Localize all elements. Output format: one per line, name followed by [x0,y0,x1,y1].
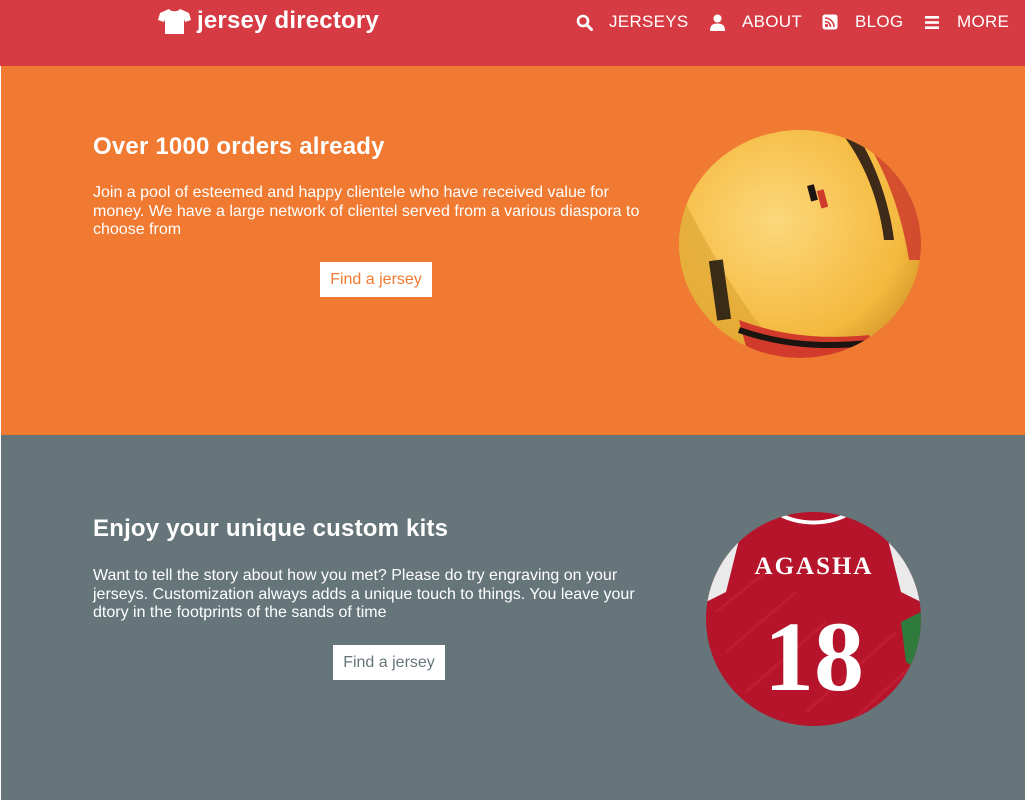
nav-label-more: MORE [957,12,1010,31]
menu-icon [925,15,939,29]
find-jersey-button[interactable]: Find a jersey [320,262,432,297]
jersey-name-text: AGASHA [755,553,874,580]
orders-description: Join a pool of esteemed and happy client… [93,184,640,238]
custom-kits-section: Enjoy your unique custom kits Want to te… [1,435,1025,800]
yellow-jersey-image [679,130,921,358]
rss-icon [822,14,838,29]
yellow-jersey-photo [679,130,921,358]
top-navbar: jersey directory JERSEYS ABOUT BLOG MORE [0,0,1025,66]
red-jersey-image: AGASHA 18 [706,512,921,726]
main-nav: JERSEYS ABOUT BLOG MORE [0,10,1025,34]
nav-item-blog[interactable]: BLOG [822,10,903,34]
nav-item-more[interactable]: MORE [924,10,1009,34]
custom-kits-heading: Enjoy your unique custom kits [93,515,449,542]
orders-section: Over 1000 orders already Join a pool of … [1,66,1025,435]
nav-label-jerseys: JERSEYS [609,12,689,31]
red-jersey-photo: AGASHA 18 [706,512,921,726]
jersey-number-text: 18 [764,601,864,712]
search-icon [576,14,593,31]
find-jersey-button-custom[interactable]: Find a jersey [333,645,445,680]
nav-label-about: ABOUT [742,12,803,31]
user-icon [710,14,725,31]
custom-kits-description: Want to tell the story about how you met… [93,567,635,621]
nav-item-about[interactable]: ABOUT [709,10,802,34]
nav-item-jerseys[interactable]: JERSEYS [576,10,689,34]
nav-label-blog: BLOG [855,12,904,31]
orders-heading: Over 1000 orders already [93,133,385,160]
